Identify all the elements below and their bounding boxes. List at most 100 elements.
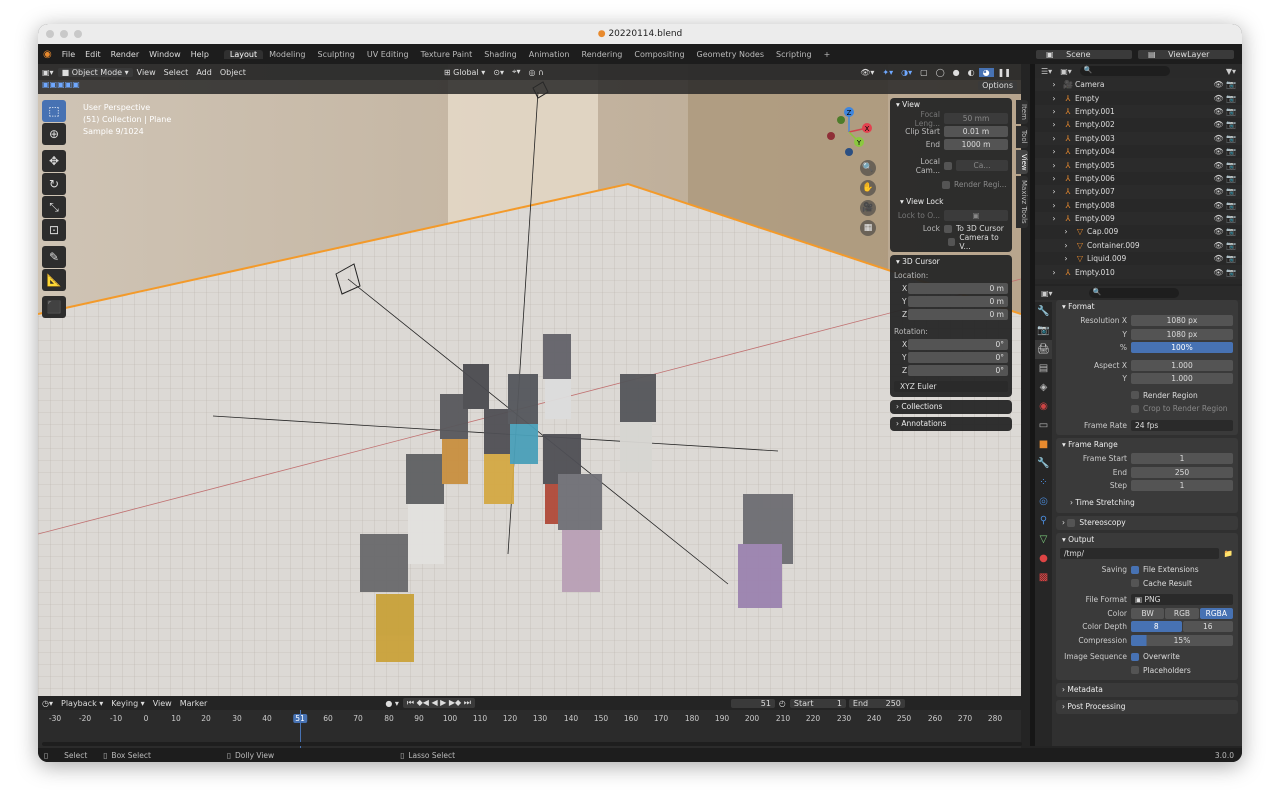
color-rgb-button[interactable]: RGB [1165,607,1199,619]
expand-arrow-icon[interactable]: › [1047,80,1061,89]
aspect-y-field[interactable]: 1.000 [1131,373,1233,385]
pause-render-icon[interactable]: ❚❚ [994,68,1015,77]
transform-orientation-selector[interactable]: ⊞ Global ▾ [440,68,489,77]
menu-file[interactable]: File [57,50,80,59]
shading-wireframe-icon[interactable]: ◯ [932,68,949,77]
visibility-eye-icon[interactable]: 👁 📷 [1213,187,1236,196]
expand-arrow-icon[interactable]: › [1047,134,1061,143]
outliner-row[interactable]: › ⅄ Empty 👁 📷 [1035,91,1242,104]
view-lock-header[interactable]: ▾ View Lock [890,195,1012,209]
tab-sculpting[interactable]: Sculpting [312,50,361,59]
outliner-row[interactable]: › ⅄ Empty.003 👁 📷 [1035,131,1242,145]
outliner-row[interactable]: › ▽ Cap.009 👁 📷 [1035,225,1242,238]
scene-tab-icon[interactable]: ◈ [1035,378,1052,397]
expand-arrow-icon[interactable]: › [1047,268,1061,277]
outliner-row[interactable]: › 🎥 Camera 👁 📷 [1035,78,1242,92]
visibility-eye-icon[interactable]: 👁 📷 [1213,201,1236,210]
tool-tab-icon[interactable]: 🔧 [1035,302,1052,321]
file-format-dropdown[interactable]: ▣ PNG [1131,594,1233,606]
crop-region-toggle[interactable] [1131,404,1139,413]
frame-end-field[interactable]: 250 [1131,466,1233,478]
menu-object[interactable]: Object [216,68,250,77]
annotate-tool-icon[interactable]: ✎ [42,246,66,268]
expand-arrow-icon[interactable]: › [1047,107,1061,116]
tab-tool[interactable]: Tool [1016,125,1028,148]
folder-icon[interactable]: 📁 [1224,549,1233,558]
cursor-x-field[interactable]: 0 m [908,283,1008,294]
time-stretching-header[interactable]: › Time Stretching [1056,496,1238,510]
minimize-window-button[interactable] [60,30,68,38]
constraints-tab-icon[interactable]: ⚲ [1035,511,1052,530]
expand-arrow-icon[interactable]: › [1059,241,1073,250]
expand-arrow-icon[interactable]: › [1059,254,1073,263]
color-rgba-button[interactable]: RGBA [1199,607,1233,619]
visibility-eye-icon[interactable]: 👁 📷 [1213,147,1236,156]
menu-edit[interactable]: Edit [80,50,106,59]
visibility-eye-icon[interactable]: 👁 📷 [1213,134,1236,143]
tab-compositing[interactable]: Compositing [628,50,690,59]
data-tab-icon[interactable]: ▽ [1035,530,1052,549]
aspect-x-field[interactable]: 1.000 [1131,359,1233,371]
cursor-z-field[interactable]: 0 m [908,309,1008,320]
expand-arrow-icon[interactable]: › [1047,147,1061,156]
navigation-gizmo[interactable]: Z X Y [823,106,875,158]
tab-texture-paint[interactable]: Texture Paint [415,50,479,59]
menu-keying[interactable]: Keying ▾ [107,699,148,708]
visibility-eye-icon[interactable]: 👁 📷 [1213,241,1236,250]
world-tab-icon[interactable]: ◉ [1035,397,1052,416]
output-path-input[interactable]: /tmp/ [1060,547,1219,559]
stereoscopy-section[interactable]: › Stereoscopy [1056,515,1238,530]
visibility-eye-icon[interactable]: 👁 📷 [1213,268,1236,277]
compression-slider[interactable]: 15% [1131,634,1233,646]
shading-solid-icon[interactable]: ● [949,68,964,77]
menu-help[interactable]: Help [186,50,214,59]
properties-search-input[interactable]: 🔍 [1088,288,1179,298]
visibility-eye-icon[interactable]: 👁 📷 [1213,120,1236,129]
expand-arrow-icon[interactable]: › [1047,94,1061,103]
visibility-eye-icon[interactable]: 👁 📷 [1213,94,1236,103]
visibility-eye-icon[interactable]: 👁 📷 [1213,254,1236,263]
physics-tab-icon[interactable]: ◎ [1035,492,1052,511]
filter-icon[interactable]: ▼▾ [1226,67,1236,76]
clip-end-field[interactable]: 1000 m [944,139,1008,150]
outliner-row[interactable]: › ⅄ Empty.008 👁 📷 [1035,199,1242,212]
menu-view[interactable]: View [133,68,160,77]
camera-view-icon[interactable]: 🎥 [860,200,876,216]
tab-scripting[interactable]: Scripting [770,50,818,59]
color-bw-button[interactable]: BW [1131,607,1165,619]
shading-rendered-icon[interactable]: ◕ [978,67,994,77]
scene-selector[interactable]: ▣ Scene [1036,49,1132,59]
render-region-checkbox[interactable] [942,180,950,189]
playback-controls[interactable]: ⏮ ◆◀ ◀ ▶ ▶◆ ⏭ [402,698,475,708]
color-depth-16-button[interactable]: 16 [1182,621,1233,633]
local-camera-field[interactable]: Ca... [956,160,1008,171]
select-box-tool-icon[interactable]: ⬚ [42,100,66,122]
current-frame-field[interactable]: 51 [730,698,775,708]
visibility-eye-icon[interactable]: 👁 📷 [1213,227,1236,236]
resolution-y-field[interactable]: 1080 px [1131,328,1233,340]
cache-result-checkbox[interactable] [1131,579,1139,588]
focal-length-field[interactable]: 50 mm [944,113,1008,124]
shading-material-icon[interactable]: ◐ [964,68,979,77]
menu-marker[interactable]: Marker [176,699,212,708]
frame-start-field[interactable]: 1 [1131,453,1233,465]
outliner-row[interactable]: › ⅄ Empty.002 👁 📷 [1035,118,1242,131]
timeline-scrollbar[interactable] [42,742,1022,746]
measure-tool-icon[interactable]: 📐 [42,269,66,291]
outliner-row[interactable]: › ⅄ Empty.005 👁 📷 [1035,158,1242,172]
expand-arrow-icon[interactable]: › [1047,174,1061,183]
collection-tab-icon[interactable]: ▭ [1035,416,1052,435]
3d-cursor-header[interactable]: ▾ 3D Cursor [890,255,1012,269]
options-dropdown[interactable]: Options [978,81,1017,90]
cursor-rot-z-field[interactable]: 0° [908,365,1008,376]
cursor-y-field[interactable]: 0 m [908,296,1008,307]
resolution-x-field[interactable]: 1080 px [1131,315,1233,327]
outliner-row[interactable]: › ⅄ Empty.010 👁 📷 [1035,265,1242,279]
clip-start-field[interactable]: 0.01 m [944,126,1008,137]
ortho-toggle-icon[interactable]: ▦ [860,220,876,236]
transform-tool-icon[interactable]: ⊡ [42,219,66,241]
visibility-eye-icon[interactable]: 👁 📷 [1213,80,1236,89]
tab-animation[interactable]: Animation [523,50,576,59]
snap-icon[interactable]: ⌖▾ [508,67,525,77]
object-tab-icon[interactable]: ■ [1035,435,1052,454]
